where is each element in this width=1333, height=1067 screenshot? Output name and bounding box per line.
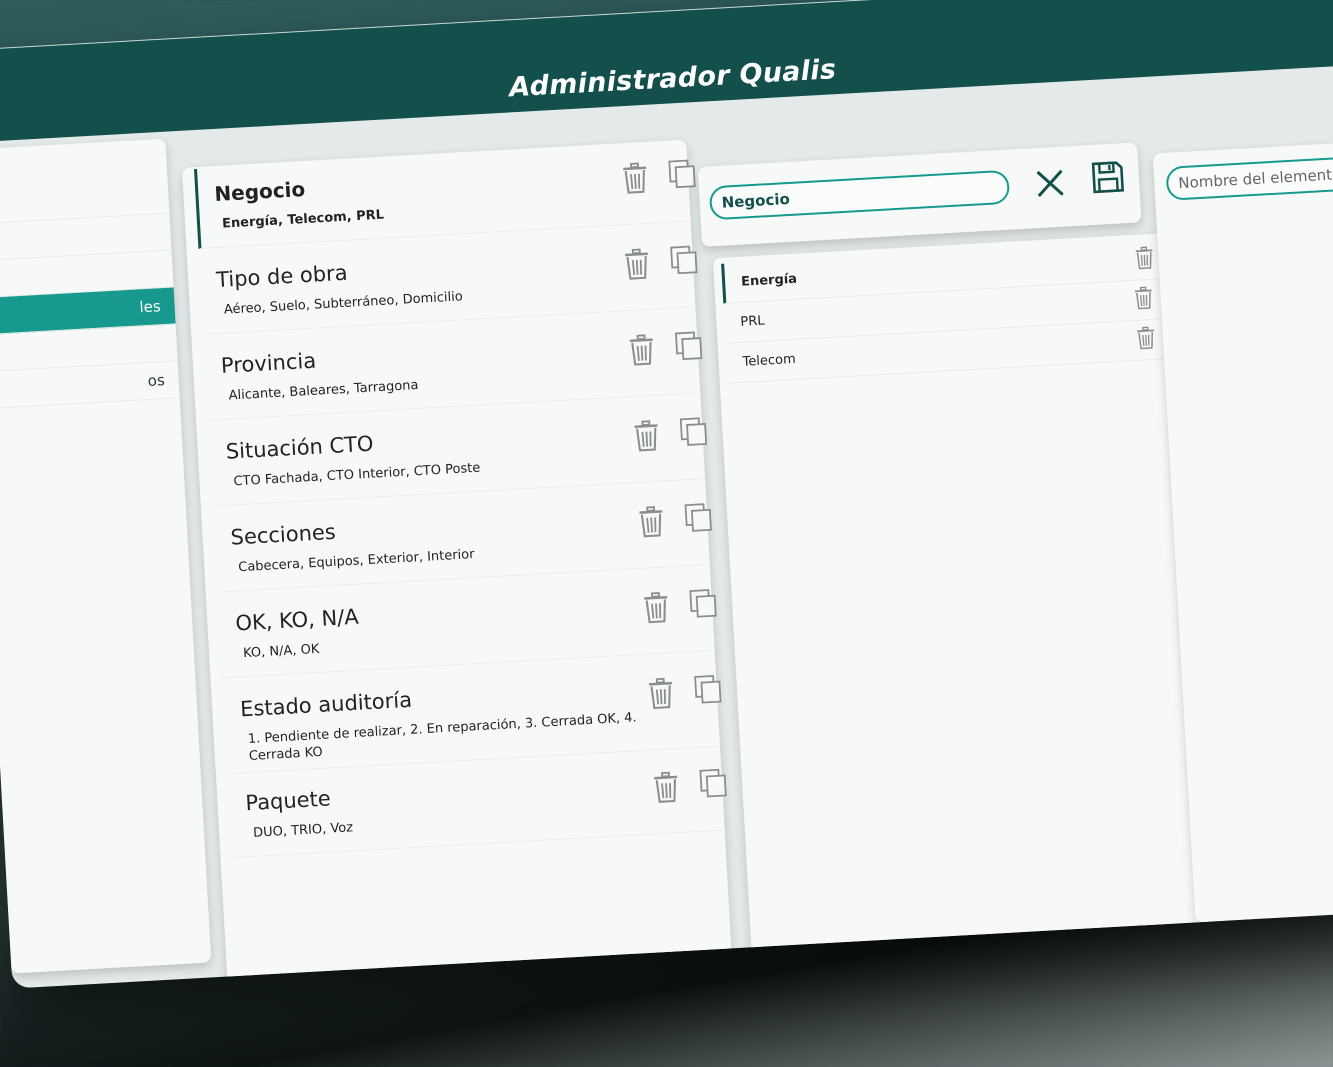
catalog-title: OK, KO, N/A [234, 604, 360, 636]
catalog-title: Negocio [213, 176, 306, 207]
catalog-title: Tipo de obra [215, 260, 349, 293]
copy-icon[interactable] [669, 243, 699, 277]
value-label: Telecom [742, 351, 797, 370]
close-icon[interactable] [1033, 166, 1067, 200]
copy-icon[interactable] [679, 415, 709, 449]
copy-icon[interactable] [674, 329, 704, 363]
catalog-title: Paquete [244, 786, 332, 816]
sidebar-nav: les os [0, 138, 212, 974]
sidebar-item-label: les [138, 297, 162, 317]
value-label: PRL [740, 313, 765, 330]
copy-icon[interactable] [693, 672, 723, 706]
copy-icon[interactable] [688, 587, 718, 621]
trash-icon[interactable] [1135, 326, 1156, 351]
trash-icon[interactable] [632, 420, 662, 454]
copy-icon[interactable] [667, 157, 697, 191]
catalog-list: Negocio Energía, Telecom, PRL Tipo de ob… [181, 139, 735, 989]
value-label: Energía [740, 271, 798, 290]
trash-icon[interactable] [627, 334, 657, 368]
app-window: Administrador Qualis les os Negocio Ener… [0, 0, 1333, 989]
trash-icon[interactable] [1133, 286, 1154, 311]
save-icon[interactable] [1090, 159, 1126, 195]
catalog-title: Secciones [229, 519, 337, 550]
trash-icon[interactable] [641, 591, 671, 625]
catalog-title: Situación CTO [225, 431, 375, 464]
catalog-title: Provincia [220, 348, 317, 378]
trash-icon[interactable] [1134, 246, 1155, 271]
catalog-values-list: Energía PRL Telecom [712, 232, 1215, 989]
copy-icon[interactable] [698, 766, 728, 800]
catalog-title: Estado auditoría [239, 687, 413, 722]
editor-header [697, 142, 1142, 247]
trash-icon[interactable] [651, 771, 681, 805]
trash-icon[interactable] [622, 248, 652, 282]
app-title: Administrador Qualis [508, 54, 837, 104]
trash-icon[interactable] [646, 677, 676, 711]
copy-icon[interactable] [683, 501, 713, 535]
app-header: Administrador Qualis [0, 0, 1333, 143]
trash-icon[interactable] [620, 162, 650, 196]
catalog-name-input[interactable] [708, 169, 1011, 221]
trash-icon[interactable] [637, 505, 667, 539]
sidebar-item-label: os [147, 371, 166, 391]
element-name-input[interactable] [1165, 152, 1333, 201]
screenshot-stage: Administrador Qualis les os Negocio Ener… [0, 0, 1333, 1067]
